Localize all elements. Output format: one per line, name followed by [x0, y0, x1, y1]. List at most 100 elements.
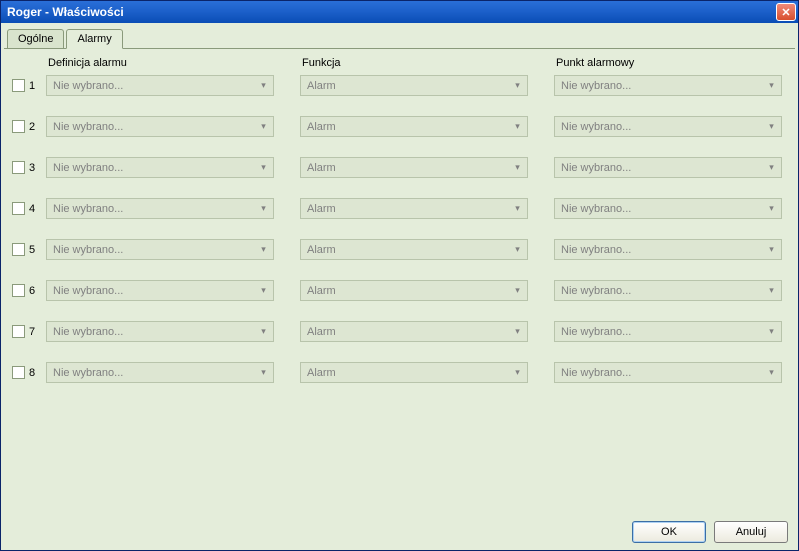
alarm-point-value: Nie wybrano...	[561, 162, 764, 174]
chevron-down-icon: ▾	[256, 160, 271, 175]
alarm-definition-combo[interactable]: Nie wybrano...▾	[46, 116, 274, 137]
chevron-down-icon: ▾	[764, 365, 779, 380]
row-enable-checkbox[interactable]	[12, 243, 25, 256]
row-number: 8	[29, 367, 46, 379]
tab-strip: Ogólne Alarmy	[1, 23, 798, 48]
cancel-button[interactable]: Anuluj	[714, 521, 788, 543]
chevron-down-icon: ▾	[764, 283, 779, 298]
alarm-row: 4Nie wybrano...▾Alarm▾Nie wybrano...▾	[12, 198, 787, 219]
function-combo[interactable]: Alarm▾	[300, 239, 528, 260]
row-enable-checkbox[interactable]	[12, 79, 25, 92]
row-number: 5	[29, 244, 46, 256]
chevron-down-icon: ▾	[764, 119, 779, 134]
tab-general-label: Ogólne	[18, 33, 53, 45]
tab-general[interactable]: Ogólne	[7, 29, 64, 49]
row-enable-checkbox[interactable]	[12, 366, 25, 379]
chevron-down-icon: ▾	[256, 283, 271, 298]
chevron-down-icon: ▾	[510, 119, 525, 134]
alarm-row: 1Nie wybrano...▾Alarm▾Nie wybrano...▾	[12, 75, 787, 96]
alarm-definition-combo[interactable]: Nie wybrano...▾	[46, 157, 274, 178]
chevron-down-icon: ▾	[256, 201, 271, 216]
alarm-point-value: Nie wybrano...	[561, 121, 764, 133]
chevron-down-icon: ▾	[510, 160, 525, 175]
chevron-down-icon: ▾	[256, 365, 271, 380]
chevron-down-icon: ▾	[510, 242, 525, 257]
row-number: 4	[29, 203, 46, 215]
function-combo[interactable]: Alarm▾	[300, 198, 528, 219]
alarm-point-value: Nie wybrano...	[561, 203, 764, 215]
chevron-down-icon: ▾	[764, 242, 779, 257]
function-value: Alarm	[307, 162, 510, 174]
close-icon: ✕	[781, 6, 790, 19]
chevron-down-icon: ▾	[510, 78, 525, 93]
alarm-point-combo[interactable]: Nie wybrano...▾	[554, 280, 782, 301]
alarm-point-combo[interactable]: Nie wybrano...▾	[554, 198, 782, 219]
function-combo[interactable]: Alarm▾	[300, 321, 528, 342]
tab-content-alarms: Definicja alarmu Funkcja Punkt alarmowy …	[4, 48, 795, 514]
alarm-point-combo[interactable]: Nie wybrano...▾	[554, 157, 782, 178]
chevron-down-icon: ▾	[764, 160, 779, 175]
alarm-definition-value: Nie wybrano...	[53, 80, 256, 92]
function-value: Alarm	[307, 367, 510, 379]
tab-alarms[interactable]: Alarmy	[66, 29, 122, 49]
ok-button[interactable]: OK	[632, 521, 706, 543]
header-function: Funkcja	[302, 57, 556, 69]
function-value: Alarm	[307, 80, 510, 92]
row-enable-checkbox[interactable]	[12, 161, 25, 174]
alarm-point-value: Nie wybrano...	[561, 367, 764, 379]
ok-button-label: OK	[661, 526, 677, 538]
alarm-definition-value: Nie wybrano...	[53, 367, 256, 379]
header-alarm-point: Punkt alarmowy	[556, 57, 787, 69]
alarm-point-combo[interactable]: Nie wybrano...▾	[554, 321, 782, 342]
row-number: 7	[29, 326, 46, 338]
row-number: 2	[29, 121, 46, 133]
row-enable-checkbox[interactable]	[12, 202, 25, 215]
alarm-definition-combo[interactable]: Nie wybrano...▾	[46, 198, 274, 219]
dialog-footer: OK Anuluj	[1, 514, 798, 550]
alarm-point-combo[interactable]: Nie wybrano...▾	[554, 75, 782, 96]
alarm-definition-value: Nie wybrano...	[53, 285, 256, 297]
column-headers: Definicja alarmu Funkcja Punkt alarmowy	[12, 57, 787, 69]
header-spacer	[12, 57, 48, 69]
alarm-definition-combo[interactable]: Nie wybrano...▾	[46, 280, 274, 301]
alarm-definition-combo[interactable]: Nie wybrano...▾	[46, 362, 274, 383]
row-enable-checkbox[interactable]	[12, 325, 25, 338]
row-enable-checkbox[interactable]	[12, 120, 25, 133]
chevron-down-icon: ▾	[256, 324, 271, 339]
close-button[interactable]: ✕	[776, 3, 796, 21]
titlebar: Roger - Właściwości ✕	[1, 1, 798, 23]
function-combo[interactable]: Alarm▾	[300, 280, 528, 301]
alarm-definition-value: Nie wybrano...	[53, 162, 256, 174]
chevron-down-icon: ▾	[764, 78, 779, 93]
chevron-down-icon: ▾	[256, 78, 271, 93]
row-enable-checkbox[interactable]	[12, 284, 25, 297]
window-title: Roger - Właściwości	[7, 5, 776, 19]
function-combo[interactable]: Alarm▾	[300, 75, 528, 96]
alarm-point-combo[interactable]: Nie wybrano...▾	[554, 362, 782, 383]
chevron-down-icon: ▾	[256, 242, 271, 257]
function-combo[interactable]: Alarm▾	[300, 116, 528, 137]
function-combo[interactable]: Alarm▾	[300, 362, 528, 383]
alarm-row: 2Nie wybrano...▾Alarm▾Nie wybrano...▾	[12, 116, 787, 137]
chevron-down-icon: ▾	[256, 119, 271, 134]
chevron-down-icon: ▾	[764, 201, 779, 216]
dialog-window: Roger - Właściwości ✕ Ogólne Alarmy Defi…	[0, 0, 799, 551]
function-combo[interactable]: Alarm▾	[300, 157, 528, 178]
alarm-row: 5Nie wybrano...▾Alarm▾Nie wybrano...▾	[12, 239, 787, 260]
row-number: 1	[29, 80, 46, 92]
alarm-point-value: Nie wybrano...	[561, 326, 764, 338]
alarm-definition-value: Nie wybrano...	[53, 121, 256, 133]
alarm-definition-value: Nie wybrano...	[53, 203, 256, 215]
alarm-row: 6Nie wybrano...▾Alarm▾Nie wybrano...▾	[12, 280, 787, 301]
function-value: Alarm	[307, 203, 510, 215]
alarm-definition-combo[interactable]: Nie wybrano...▾	[46, 75, 274, 96]
function-value: Alarm	[307, 244, 510, 256]
alarm-definition-combo[interactable]: Nie wybrano...▾	[46, 239, 274, 260]
rows-container: 1Nie wybrano...▾Alarm▾Nie wybrano...▾2Ni…	[12, 75, 787, 383]
chevron-down-icon: ▾	[510, 365, 525, 380]
alarm-point-combo[interactable]: Nie wybrano...▾	[554, 116, 782, 137]
function-value: Alarm	[307, 285, 510, 297]
alarm-row: 7Nie wybrano...▾Alarm▾Nie wybrano...▾	[12, 321, 787, 342]
alarm-point-combo[interactable]: Nie wybrano...▾	[554, 239, 782, 260]
alarm-definition-combo[interactable]: Nie wybrano...▾	[46, 321, 274, 342]
